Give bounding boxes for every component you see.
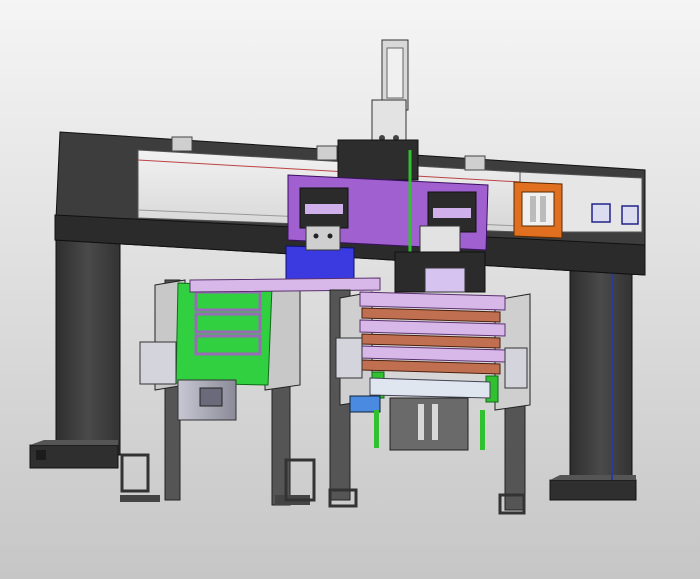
orange-fixture xyxy=(513,181,563,239)
machine-render xyxy=(0,0,700,579)
cad-viewport xyxy=(0,0,700,579)
